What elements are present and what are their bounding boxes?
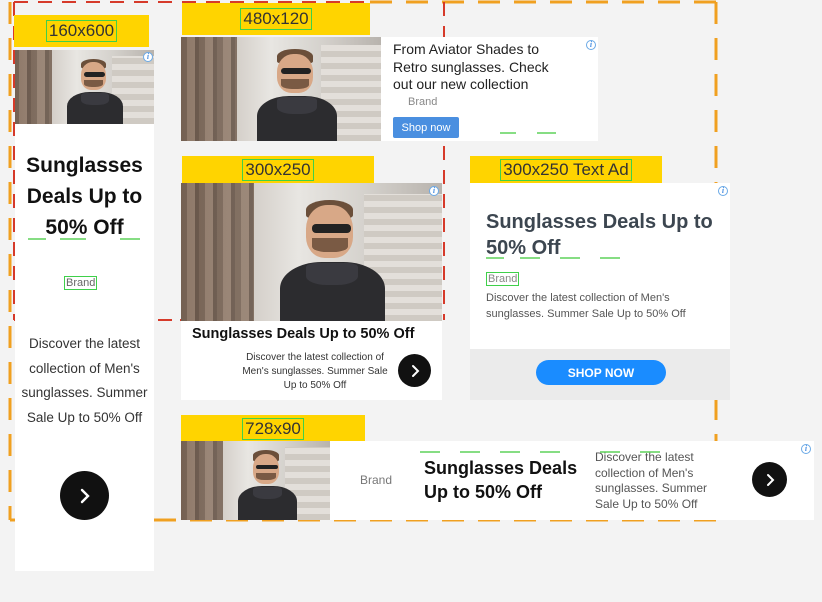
info-icon[interactable]: i (429, 186, 439, 196)
chevron-right-icon (766, 473, 774, 486)
ad-headline: Sunglasses Deals Up to 50% Off (26, 154, 143, 239)
size-label-300x250-text: 300x250 Text Ad (470, 156, 662, 183)
ad-headline: Sunglasses Deals Up to 50% Off (424, 458, 578, 502)
size-label-480x120: 480x120 (182, 3, 370, 35)
ad-300x250[interactable]: i Sunglasses Deals Up to 50% Off Discove… (181, 183, 442, 400)
ad-300x250-text[interactable]: i Sunglasses Deals Up to 50% Off Brand D… (470, 183, 730, 400)
next-button[interactable] (752, 462, 787, 497)
ad-body: Discover the latest collection of Men's … (595, 450, 708, 511)
ad-brand: Brand (486, 272, 520, 286)
ad-image (181, 37, 381, 141)
ad-brand: Brand (64, 276, 98, 290)
info-icon[interactable]: i (143, 52, 153, 62)
size-label-300x250: 300x250 (182, 156, 374, 183)
ad-480x120[interactable]: i From Aviator Shades to Retro sunglasse… (181, 37, 598, 141)
ad-body: Discover the latest collection of Men's … (21, 336, 148, 425)
chevron-right-icon (80, 488, 90, 503)
size-label-728x90: 728x90 (181, 415, 365, 442)
info-icon[interactable]: i (718, 186, 728, 196)
ad-image (181, 183, 442, 321)
ad-image (181, 441, 330, 520)
ad-image (15, 50, 154, 124)
next-button[interactable] (398, 354, 431, 387)
ad-160x600[interactable]: i Sunglasses Deals Up to 50% Off Brand D… (15, 50, 154, 571)
chevron-right-icon (411, 364, 419, 377)
ad-body: Discover the latest collection of Men's … (486, 292, 686, 320)
shop-now-button[interactable]: Shop now (393, 117, 459, 138)
ad-headline: Sunglasses Deals Up to 50% Off (192, 326, 415, 342)
ad-brand: Brand (360, 473, 393, 487)
ad-body: Discover the latest collection of Men's … (242, 352, 388, 391)
info-icon[interactable]: i (586, 40, 596, 50)
ad-headline: Sunglasses Deals Up to 50% Off (486, 211, 713, 259)
ad-brand: Brand (408, 96, 438, 108)
next-button[interactable] (60, 471, 109, 520)
ad-728x90[interactable]: i Brand Sunglasses Deals Up to 50% Off D… (181, 441, 814, 520)
ad-body: From Aviator Shades to Retro sunglasses.… (393, 41, 549, 92)
shop-now-button[interactable]: SHOP NOW (536, 360, 666, 385)
size-label-160x600: 160x600 (14, 15, 149, 47)
info-icon[interactable]: i (801, 444, 811, 454)
